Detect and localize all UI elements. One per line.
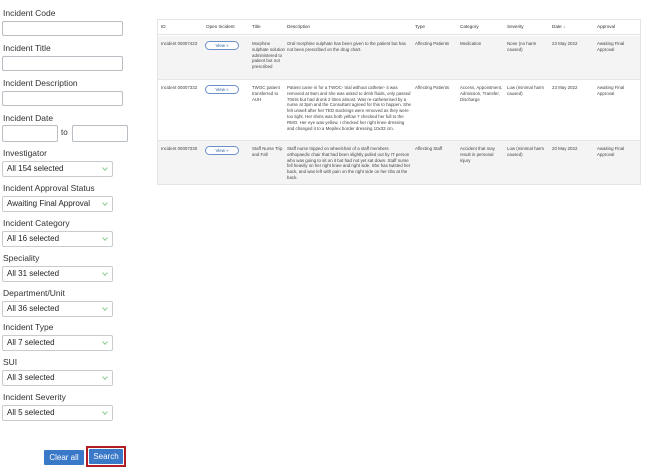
incident-severity: Low (minimal harm caused) — [507, 85, 545, 96]
chevron-down-icon — [102, 376, 108, 380]
approval-status-label: Incident Approval Status — [3, 183, 95, 193]
incident-title-input[interactable] — [2, 56, 123, 71]
incident-severity: Low (minimal harm caused) — [507, 146, 545, 157]
investigator-select-value: All 154 selected — [7, 164, 64, 173]
incident-id: Incident 00007423 — [161, 41, 198, 46]
column-header-approval[interactable]: Approval — [597, 24, 615, 29]
chevron-down-icon — [102, 202, 108, 206]
search-button[interactable]: Search — [89, 449, 123, 464]
chevron-down-icon — [102, 411, 108, 415]
incident-code-label: Incident Code — [3, 8, 56, 18]
severity-select[interactable]: All 5 selected — [2, 405, 113, 421]
incident-category: Access, Appointment, Admission, Transfer… — [460, 85, 503, 102]
approval-status-select[interactable]: Awaiting Final Approval — [2, 196, 113, 212]
incident-type: Affecting Patients — [415, 41, 450, 46]
incident-date: 20 May 2022 — [552, 146, 578, 151]
incident-category: Accident that may result in personal inj… — [460, 146, 495, 163]
incident-description-label: Incident Description — [3, 78, 78, 88]
incident-id: Incident 00007330 — [161, 146, 198, 151]
category-select-value: All 16 selected — [7, 234, 60, 243]
incident-type: Affecting Patients — [415, 85, 450, 90]
column-header-date[interactable]: Date ↓ — [552, 24, 565, 29]
incident-description: Patient came in for a TWOC- trial withou… — [287, 85, 411, 131]
incident-type: Affecting Staff — [415, 146, 443, 151]
view-incident-button[interactable]: View » — [205, 41, 239, 50]
speciality-label: Speciality — [3, 253, 40, 263]
results-table: ID Open Incident Title Description Type … — [157, 19, 641, 185]
chevron-down-icon — [102, 341, 108, 345]
column-header-open[interactable]: Open Incident — [206, 24, 235, 29]
incident-title-label: Incident Title — [3, 43, 51, 53]
column-header-category[interactable]: Category — [460, 24, 479, 29]
incident-description-input[interactable] — [2, 91, 123, 106]
severity-select-value: All 5 selected — [7, 408, 55, 417]
investigator-label: Investigator — [3, 148, 47, 158]
speciality-select-value: All 31 selected — [7, 269, 60, 278]
chevron-down-icon — [102, 307, 108, 311]
incident-type-select[interactable]: All 7 selected — [2, 335, 113, 351]
incident-date-label: Incident Date — [3, 113, 54, 123]
incident-severity: None (no harm caused) — [507, 41, 537, 52]
view-incident-button[interactable]: View » — [205, 85, 239, 94]
incident-code-input[interactable] — [2, 21, 123, 36]
speciality-select[interactable]: All 31 selected — [2, 266, 113, 282]
view-incident-button[interactable]: View » — [205, 146, 239, 155]
approval-status-select-value: Awaiting Final Approval — [7, 199, 91, 208]
incident-category: Medication — [460, 41, 482, 46]
column-header-title[interactable]: Title — [252, 24, 261, 29]
chevron-down-icon — [102, 237, 108, 241]
incident-approval: Awaiting Final Approval — [597, 41, 625, 52]
incident-description: Oral morphine sulphate has been given to… — [287, 41, 406, 52]
date-from-input[interactable] — [2, 125, 58, 142]
table-row: Incident 00007332 View » TWOC patient tr… — [158, 80, 640, 141]
chevron-down-icon — [102, 272, 108, 276]
category-select[interactable]: All 16 selected — [2, 231, 113, 247]
sui-select[interactable]: All 3 selected — [2, 370, 113, 386]
column-header-id[interactable]: ID — [161, 24, 166, 29]
department-select[interactable]: All 36 selected — [2, 301, 113, 317]
table-row: Incident 00007423 View » Morphine sulpha… — [158, 36, 640, 80]
incident-date: 23 May 2022 — [552, 41, 578, 46]
sui-label: SUI — [3, 357, 18, 367]
incident-type-label: Incident Type — [3, 322, 54, 332]
incident-description: Staff nurse tripped on wheelchair of a s… — [287, 146, 411, 180]
incident-title: Morphine sulphate solution administered … — [252, 41, 285, 70]
column-header-type[interactable]: Type — [415, 24, 425, 29]
investigator-select[interactable]: All 154 selected — [2, 161, 113, 177]
chevron-down-icon — [102, 167, 108, 171]
sui-select-value: All 3 selected — [7, 373, 55, 382]
table-header: ID Open Incident Title Description Type … — [158, 20, 640, 35]
department-label: Department/Unit — [3, 288, 65, 298]
column-header-description[interactable]: Description — [287, 24, 310, 29]
clear-all-button[interactable]: Clear all — [44, 450, 84, 465]
severity-label: Incident Severity — [3, 392, 66, 402]
department-select-value: All 36 selected — [7, 304, 60, 313]
incident-approval: Awaiting Final Approval — [597, 146, 625, 157]
incident-approval: Awaiting Final Approval — [597, 85, 625, 96]
table-row: Incident 00007330 View » Staff Nurse Tri… — [158, 141, 640, 184]
incident-title: Staff Nurse Trip and Fall — [252, 146, 283, 157]
incident-date: 23 May 2022 — [552, 85, 578, 90]
category-label: Incident Category — [3, 218, 70, 228]
incident-type-select-value: All 7 selected — [7, 338, 55, 347]
date-to-label: to — [61, 128, 68, 137]
incident-id: Incident 00007332 — [161, 85, 198, 90]
column-header-severity[interactable]: Severity — [507, 24, 524, 29]
incident-title: TWOC patient transferred to AUH — [252, 85, 280, 102]
date-to-input[interactable] — [72, 125, 128, 142]
